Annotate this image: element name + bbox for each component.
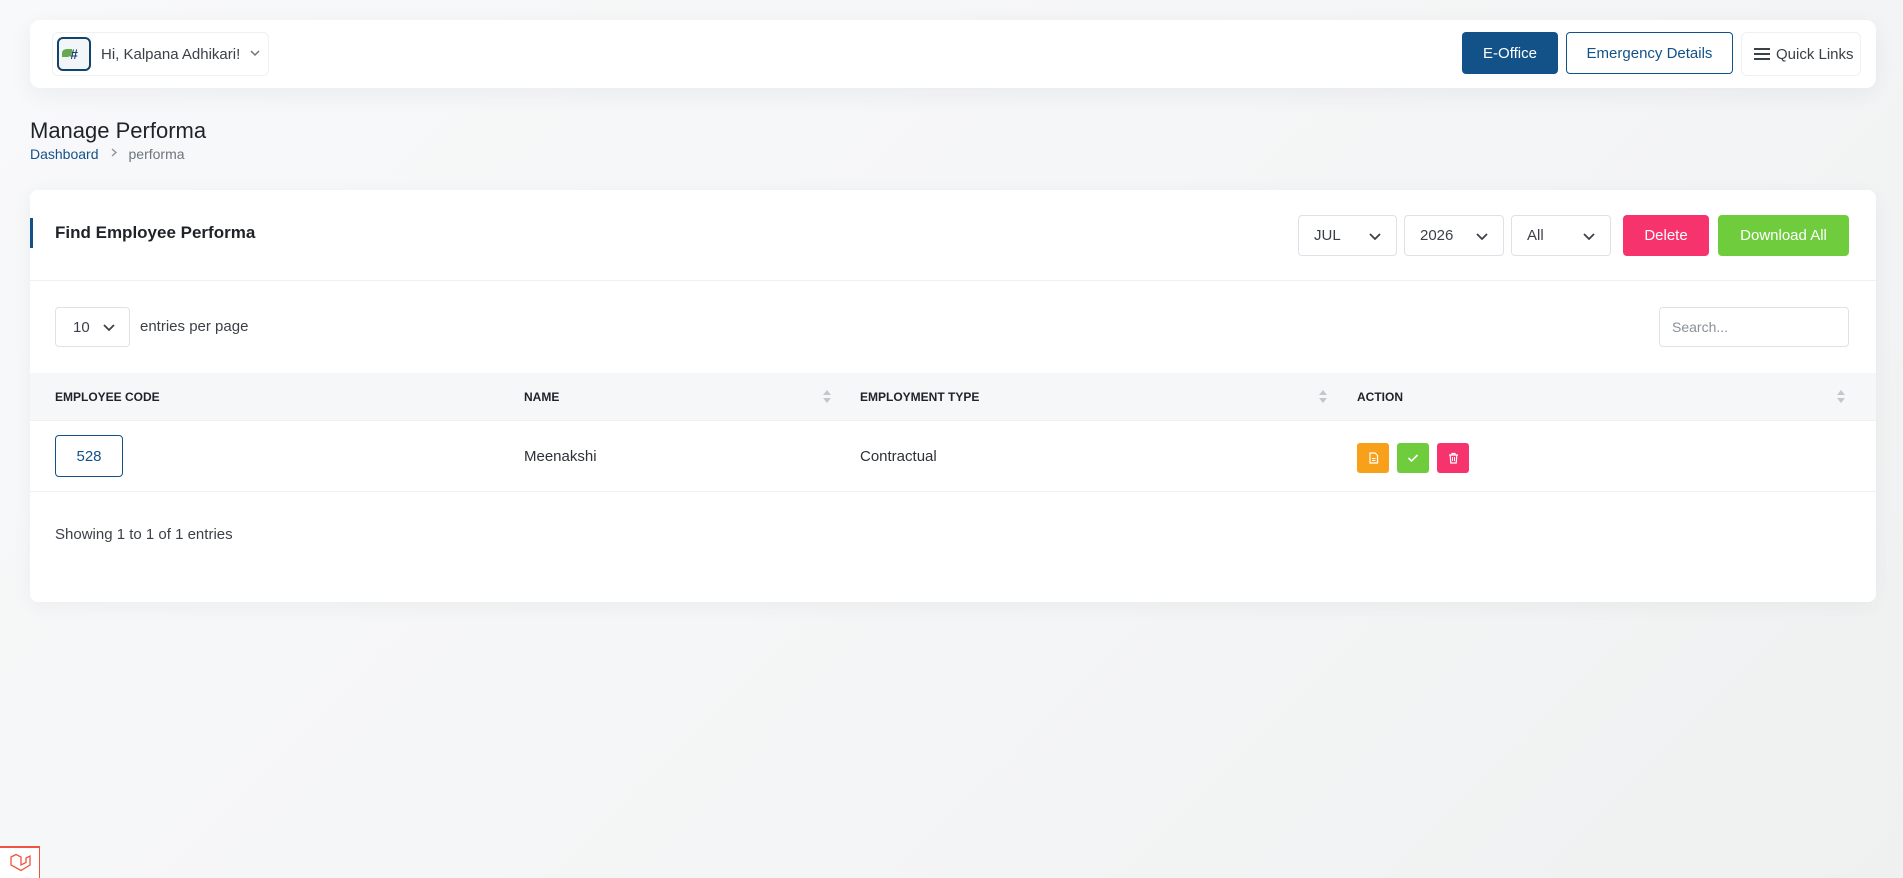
- column-header-name[interactable]: NAME: [524, 390, 559, 404]
- search-input[interactable]: [1659, 307, 1849, 347]
- delete-row-button[interactable]: [1437, 443, 1469, 473]
- entries-per-page-value: 10: [73, 318, 90, 336]
- quick-links-button[interactable]: Quick Links: [1741, 32, 1861, 76]
- laravel-logo-icon[interactable]: [0, 846, 40, 878]
- download-all-button[interactable]: Download All: [1718, 215, 1849, 256]
- sort-icon[interactable]: [823, 390, 831, 404]
- chevron-down-icon: [1476, 232, 1488, 240]
- view-performa-button[interactable]: [1357, 443, 1389, 473]
- emergency-details-button[interactable]: Emergency Details: [1566, 32, 1733, 74]
- entries-per-page-label: entries per page: [140, 318, 249, 335]
- chevron-down-icon: [250, 48, 260, 60]
- year-select[interactable]: 2026: [1404, 215, 1504, 256]
- performa-card: Find Employee Performa JUL 2026 All Dele…: [30, 190, 1876, 602]
- sort-icon[interactable]: [1837, 390, 1845, 404]
- employment-type-cell: Contractual: [860, 448, 937, 465]
- column-header-employee-code[interactable]: EMPLOYEE CODE: [55, 390, 160, 404]
- breadcrumb: Dashboard performa: [30, 146, 185, 162]
- employee-name-cell: Meenakshi: [524, 448, 597, 465]
- table-info: Showing 1 to 1 of 1 entries: [55, 526, 233, 543]
- page-title: Manage Performa: [30, 118, 207, 143]
- type-select[interactable]: All: [1511, 215, 1611, 256]
- user-greeting: Hi, Kalpana Adhikari!: [101, 45, 241, 63]
- table-header: EMPLOYEE CODE NAME EMPLOYMENT TYPE ACTIO…: [30, 373, 1876, 421]
- employee-code-badge[interactable]: 528: [55, 435, 123, 477]
- chevron-down-icon: [103, 324, 115, 332]
- avatar: #: [57, 37, 91, 71]
- trash-icon: [1448, 452, 1458, 464]
- month-select-value: JUL: [1314, 227, 1341, 244]
- chevron-right-icon: [111, 148, 117, 160]
- column-header-action[interactable]: ACTION: [1357, 390, 1403, 404]
- breadcrumb-current: performa: [128, 146, 185, 162]
- chevron-down-icon: [1583, 232, 1595, 240]
- check-icon: [1407, 454, 1419, 463]
- file-icon: [1368, 452, 1378, 464]
- column-header-employment-type[interactable]: EMPLOYMENT TYPE: [860, 390, 979, 404]
- sort-icon[interactable]: [1319, 390, 1327, 404]
- table-row: 528 Meenakshi Contractual: [30, 422, 1876, 492]
- eoffice-button[interactable]: E-Office: [1462, 32, 1558, 74]
- broken-image-icon: [62, 49, 72, 57]
- type-select-value: All: [1527, 227, 1544, 244]
- breadcrumb-dashboard-link[interactable]: Dashboard: [30, 146, 99, 162]
- delete-button[interactable]: Delete: [1623, 215, 1709, 256]
- card-title: Find Employee Performa: [55, 223, 256, 242]
- quick-links-label: Quick Links: [1776, 45, 1854, 63]
- entries-per-page-select[interactable]: 10: [55, 307, 130, 347]
- card-title-accent: [30, 218, 33, 248]
- card-header: Find Employee Performa JUL 2026 All Dele…: [30, 190, 1876, 281]
- approve-button[interactable]: [1397, 443, 1429, 473]
- top-navbar: # Hi, Kalpana Adhikari! E-Office Emergen…: [30, 20, 1876, 88]
- month-select[interactable]: JUL: [1298, 215, 1397, 256]
- chevron-down-icon: [1369, 232, 1381, 240]
- user-menu[interactable]: # Hi, Kalpana Adhikari!: [52, 32, 270, 76]
- year-select-value: 2026: [1420, 227, 1454, 244]
- list-icon: [1754, 48, 1770, 60]
